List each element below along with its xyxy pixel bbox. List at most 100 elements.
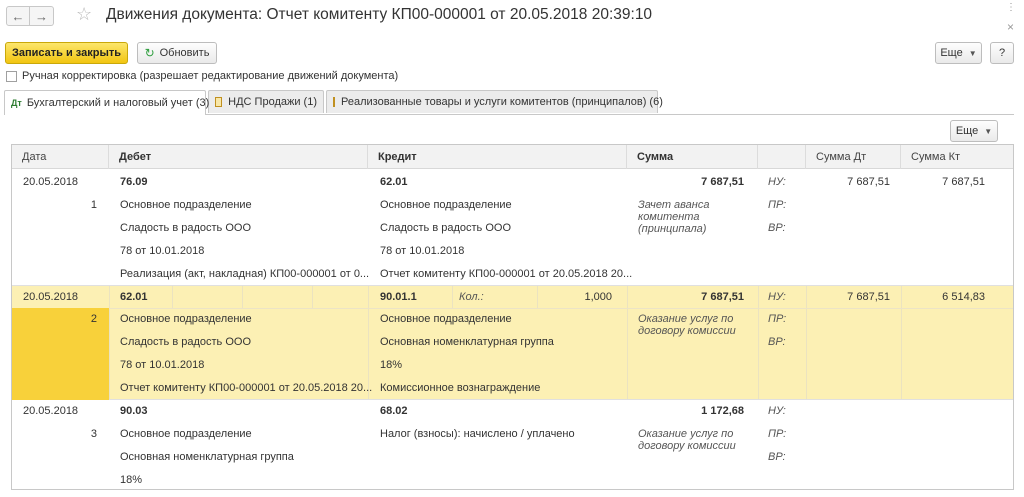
column-divider — [172, 286, 173, 308]
debit-credit-icon: Дт — [11, 98, 22, 108]
postings-table[interactable]: Дата Дебет Кредит Сумма Сумма Дт Сумма К… — [11, 144, 1014, 490]
nu-label: НУ: — [768, 291, 786, 303]
credit-account: 90.01.1 — [380, 291, 417, 303]
register-icon — [333, 97, 335, 107]
more-button[interactable]: Еще ▼ — [935, 42, 982, 64]
col-account-type[interactable] — [758, 145, 806, 169]
credit-subconto: 18% — [380, 359, 403, 371]
help-label: ? — [998, 47, 1006, 59]
arrow-left-icon: ← — [11, 8, 25, 24]
table-row[interactable]: 20.05.2018 1 76.09 Основное подразделени… — [12, 170, 1013, 286]
vr-label: ВР: — [768, 336, 786, 348]
chevron-down-icon: ▼ — [984, 126, 993, 136]
credit-subconto: Основное подразделение — [380, 313, 512, 325]
column-divider — [901, 286, 902, 399]
debit-subconto: Основное подразделение — [120, 428, 252, 440]
credit-subconto: Основное подразделение — [380, 199, 512, 211]
col-debit[interactable]: Дебет — [109, 145, 368, 169]
tab-vat-sales-label: НДС Продажи (1) — [228, 96, 317, 108]
row-divider — [109, 308, 1013, 309]
row-content: Зачет аванса комитента (принципала) — [638, 199, 710, 235]
forward-button[interactable]: → — [30, 6, 54, 26]
table-header: Дата Дебет Кредит Сумма Сумма Дт Сумма К… — [12, 145, 1013, 169]
pr-label: ПР: — [768, 428, 787, 440]
column-divider — [452, 286, 453, 308]
more-label: Еще — [940, 47, 963, 59]
col-date[interactable]: Дата — [12, 145, 109, 169]
chevron-down-icon: ▼ — [968, 48, 977, 58]
credit-subconto: Комиссионное вознаграждение — [380, 382, 541, 394]
back-button[interactable]: ← — [6, 6, 30, 26]
row-sum-kt: 6 514,83 — [942, 291, 985, 303]
row-sum: 7 687,51 — [701, 291, 744, 303]
debit-account: 62.01 — [120, 291, 148, 303]
debit-account: 90.03 — [120, 405, 148, 417]
debit-subconto: 18% — [120, 474, 143, 486]
credit-account: 68.02 — [380, 405, 408, 417]
debit-subconto: 78 от 10.01.2018 — [120, 359, 205, 371]
refresh-label: Обновить — [159, 47, 210, 59]
column-divider — [758, 286, 759, 399]
page-title: Движения документа: Отчет комитенту КП00… — [106, 6, 653, 23]
credit-subconto: Сладость в радость ООО — [380, 222, 512, 234]
close-icon[interactable]: × — [1007, 20, 1014, 34]
tab-accounting[interactable]: Дт Бухгалтерский и налоговый учет (3) — [4, 90, 209, 115]
arrow-right-icon: → — [35, 8, 48, 24]
nu-label: НУ: — [768, 176, 786, 188]
tab-sold-goods-label: Реализованные товары и услуги комитентов… — [341, 96, 663, 108]
row-content: Оказание услуг по договору комиссии — [638, 313, 736, 337]
refresh-button[interactable]: ↻ Обновить — [137, 42, 217, 64]
vr-label: ВР: — [768, 451, 786, 463]
save-and-close-label: Записать и закрыть — [11, 47, 122, 59]
favorite-star-icon[interactable]: ☆ — [76, 4, 92, 24]
table-row[interactable]: 20.05.2018 3 90.03 Основное подразделени… — [12, 400, 1013, 489]
nu-label: НУ: — [768, 405, 786, 417]
debit-subconto: Основная номенклатурная группа — [120, 451, 294, 463]
manual-edit-label: Ручная корректировка (разрешает редактир… — [22, 70, 399, 82]
row-sum-kt: 7 687,51 — [942, 176, 985, 188]
pr-label: ПР: — [768, 313, 787, 325]
credit-account: 62.01 — [380, 176, 408, 188]
column-divider — [312, 286, 313, 308]
more-dots-icon[interactable]: ⋮ — [1006, 2, 1017, 13]
col-credit[interactable]: Кредит — [368, 145, 627, 169]
quantity-label: Кол.: — [459, 291, 484, 303]
debit-subconto: 78 от 10.01.2018 — [120, 245, 205, 257]
save-and-close-button[interactable]: Записать и закрыть — [5, 42, 128, 64]
refresh-icon: ↻ — [144, 46, 155, 60]
row-number: 3 — [90, 428, 97, 440]
row-date: 20.05.2018 — [23, 176, 79, 188]
vr-label: ВР: — [768, 222, 786, 234]
row-number: 2 — [90, 313, 97, 325]
manual-edit-checkbox[interactable] — [6, 70, 17, 82]
tab-sold-goods[interactable]: Реализованные товары и услуги комитентов… — [326, 90, 663, 113]
credit-subconto: 78 от 10.01.2018 — [380, 245, 465, 257]
manual-edit-row: Ручная корректировка (разрешает редактир… — [6, 70, 398, 82]
debit-subconto: Реализация (акт, накладная) КП00-000001 … — [120, 268, 370, 280]
row-number: 1 — [90, 199, 97, 211]
row-sum-dt: 7 687,51 — [847, 176, 890, 188]
debit-subconto: Сладость в радость ООО — [120, 222, 252, 234]
help-button[interactable]: ? — [990, 42, 1014, 64]
col-sum-kt[interactable]: Сумма Кт — [901, 145, 1013, 169]
debit-subconto: Отчет комитенту КП00-000001 от 20.05.201… — [120, 382, 373, 394]
row-content: Оказание услуг по договору комиссии — [638, 428, 736, 452]
row-sum: 7 687,51 — [701, 176, 744, 188]
table-more-button[interactable]: Еще ▼ — [950, 120, 998, 142]
debit-subconto: Основное подразделение — [120, 199, 252, 211]
title-bar: ← → ☆ Движения документа: Отчет комитент… — [0, 0, 1024, 36]
credit-subconto: Отчет комитенту КП00-000001 от 20.05.201… — [380, 268, 633, 280]
debit-account: 76.09 — [120, 176, 148, 188]
tab-vat-sales[interactable]: НДС Продажи (1) — [208, 90, 324, 113]
col-sum-dt[interactable]: Сумма Дт — [806, 145, 901, 169]
debit-subconto: Сладость в радость ООО — [120, 336, 252, 348]
col-sum[interactable]: Сумма — [627, 145, 758, 169]
tab-accounting-label: Бухгалтерский и налоговый учет (3) — [26, 97, 210, 109]
column-divider — [627, 286, 628, 399]
debit-subconto: Основное подразделение — [120, 313, 252, 325]
column-divider — [242, 286, 243, 308]
register-icon — [215, 97, 223, 107]
row-sum: 1 172,68 — [701, 405, 744, 417]
table-row-selected[interactable]: 20.05.2018 2 62.01 Основное подразделени… — [12, 286, 1013, 400]
row-date: 20.05.2018 — [23, 291, 79, 303]
